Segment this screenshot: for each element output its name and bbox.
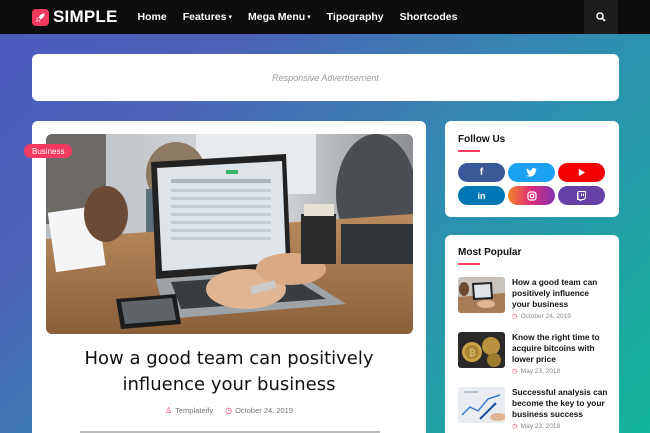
popular-thumb-2[interactable]: ₿	[458, 332, 505, 368]
youtube-icon	[578, 168, 586, 177]
popular-date-text: October 24, 2019	[520, 312, 571, 320]
post-title[interactable]: How a good team can positively influence…	[32, 346, 426, 398]
search-icon	[596, 12, 606, 22]
popular-item-title[interactable]: How a good team can positively influence…	[512, 277, 610, 310]
site-logo[interactable]: SIMPLE	[32, 7, 118, 27]
twitch-icon	[577, 190, 586, 201]
popular-thumb-1[interactable]	[458, 277, 505, 313]
title-underline	[458, 263, 480, 265]
nav-tipography-label: Tipography	[326, 11, 384, 23]
facebook-button[interactable]: f	[458, 163, 505, 182]
svg-text:₿: ₿	[469, 348, 476, 359]
popular-item-title[interactable]: Successful analysis can become the key t…	[512, 387, 610, 420]
twitch-button[interactable]	[558, 186, 605, 205]
nav-mega-menu-label: Mega Menu	[247, 11, 306, 23]
instagram-icon	[526, 190, 537, 201]
popular-title-line: lower price	[512, 354, 556, 364]
popular-date-text: May 23, 2018	[520, 422, 561, 430]
popular-item-date: ◷ May 23, 2018	[512, 367, 561, 376]
chevron-down-icon: ▾	[307, 14, 311, 21]
rocket-icon	[32, 8, 49, 26]
featured-post-image[interactable]	[46, 134, 413, 334]
site-name: SIMPLE	[53, 7, 118, 26]
title-underline	[458, 150, 480, 152]
popular-item-date: ◷ October 24, 2019	[512, 312, 571, 321]
nav-features[interactable]: Features ▾	[183, 11, 232, 23]
nav-features-label: Features	[182, 11, 227, 23]
nav-tipography[interactable]: Tipography	[327, 11, 384, 23]
facebook-icon: f	[479, 167, 484, 178]
category-badge[interactable]: Business	[24, 144, 73, 158]
popular-title-line: your business	[512, 299, 569, 309]
chevron-down-icon: ▾	[228, 14, 232, 21]
advertisement-box[interactable]: Responsive Advertisement	[32, 54, 619, 101]
advertisement-label: Responsive Advertisement	[272, 72, 379, 83]
popular-title-line: business success	[512, 409, 584, 419]
main-menu: Home Features ▾ Mega Menu ▾ Tipography Sho…	[138, 11, 474, 23]
linkedin-icon: in	[477, 190, 486, 201]
popular-title-line: How a good team can	[512, 277, 598, 287]
follow-us-widget: Follow Us f in	[445, 121, 619, 217]
post-title-line1: How a good team can positively	[84, 348, 374, 369]
post-meta: ♙ Templateify ◷ October 24, 2019	[32, 406, 426, 415]
popular-item-title[interactable]: Know the right time to acquire bitcoins …	[512, 332, 610, 365]
post-author[interactable]: ♙ Templateify	[165, 406, 213, 415]
nav-mega-menu[interactable]: Mega Menu ▾	[248, 11, 311, 23]
twitter-button[interactable]	[508, 163, 555, 182]
instagram-button[interactable]	[508, 186, 555, 205]
follow-us-title: Follow Us	[458, 134, 506, 145]
popular-date-text: May 23, 2018	[520, 367, 561, 375]
clock-icon: ◷	[512, 423, 518, 430]
clock-icon: ◷	[225, 406, 233, 415]
user-icon: ♙	[164, 406, 173, 415]
most-popular-widget: Most Popular How a good team can positiv…	[445, 235, 619, 433]
most-popular-title: Most Popular	[458, 247, 522, 258]
twitter-icon	[526, 168, 537, 177]
nav-shortcodes-label: Shortcodes	[399, 11, 458, 23]
clock-icon: ◷	[512, 368, 518, 375]
popular-title-line: become the key to your	[512, 398, 605, 408]
popular-title-line: acquire bitcoins with	[512, 343, 595, 353]
popular-title-line: Know the right time to	[512, 332, 600, 342]
post-date: ◷ October 24, 2019	[225, 406, 293, 415]
top-navbar: SIMPLE Home Features ▾ Mega Menu ▾ Tipogra…	[0, 0, 650, 34]
nav-home[interactable]: Home	[138, 11, 167, 23]
post-date-text: October 24, 2019	[235, 406, 294, 415]
nav-home-label: Home	[137, 11, 167, 23]
popular-thumb-3[interactable]	[458, 387, 505, 423]
search-button[interactable]	[584, 0, 618, 34]
post-author-name: Templateify	[175, 406, 214, 415]
clock-icon: ◷	[512, 313, 518, 320]
popular-item-date: ◷ May 23, 2018	[512, 422, 561, 431]
popular-title-line: positively influence	[512, 288, 589, 298]
post-title-line2: influence your business	[122, 374, 336, 395]
linkedin-button[interactable]: in	[458, 186, 505, 205]
youtube-button[interactable]	[558, 163, 605, 182]
popular-title-line: Successful analysis can	[512, 387, 608, 397]
nav-shortcodes[interactable]: Shortcodes	[400, 11, 458, 23]
